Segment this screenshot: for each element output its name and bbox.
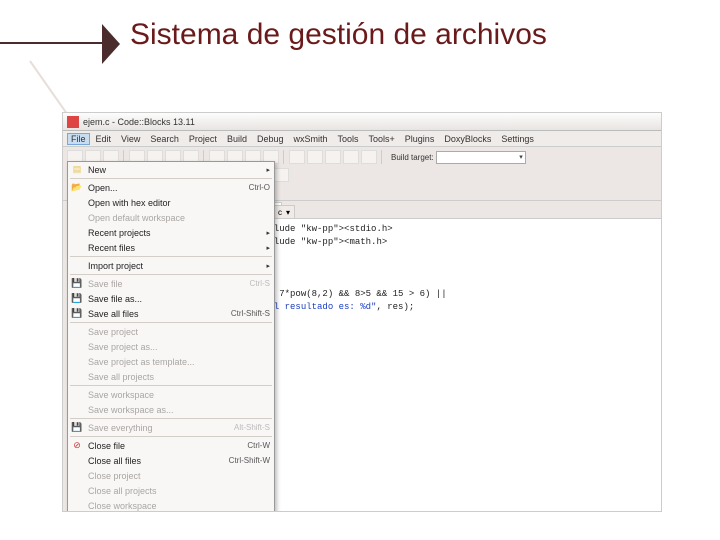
file-menu-dropdown: ▤ New ▸ 📂 Open... Ctrl-O Open with hex e…	[67, 161, 275, 512]
menu-tools-plus[interactable]: Tools+	[365, 133, 399, 145]
close-file-icon: ⊘	[70, 440, 84, 452]
menu-item-open-default-ws: Open default workspace	[68, 210, 274, 225]
menu-doxyblocks[interactable]: DoxyBlocks	[440, 133, 495, 145]
new-file-icon: ▤	[70, 164, 84, 176]
blank-icon	[70, 485, 84, 497]
shortcut-label: Ctrl-Shift-W	[229, 456, 270, 465]
menu-separator	[70, 436, 272, 437]
menu-item-import-project[interactable]: Import project ▸	[68, 258, 274, 273]
blank-icon	[70, 227, 84, 239]
menu-debug[interactable]: Debug	[253, 133, 288, 145]
menu-item-open[interactable]: 📂 Open... Ctrl-O	[68, 180, 274, 195]
toolbar-button[interactable]	[325, 150, 341, 164]
shortcut-label: Ctrl-W	[247, 441, 270, 450]
blank-icon	[70, 371, 84, 383]
ide-window: ejem.c - Code::Blocks 13.11 File Edit Vi…	[62, 112, 662, 512]
blank-icon	[70, 470, 84, 482]
menu-plugins[interactable]: Plugins	[401, 133, 439, 145]
menu-item-close-all-projects: Close all projects	[68, 483, 274, 498]
menu-item-save-file: 💾 Save file Ctrl-S	[68, 276, 274, 291]
menu-search[interactable]: Search	[146, 133, 183, 145]
open-folder-icon: 📂	[70, 182, 84, 194]
menu-separator	[70, 418, 272, 419]
shortcut-label: Ctrl-S	[250, 279, 270, 288]
menu-separator	[70, 178, 272, 179]
toolbar-button[interactable]	[343, 150, 359, 164]
window-title-text: ejem.c - Code::Blocks 13.11	[83, 117, 195, 127]
build-target-label: Build target:	[391, 153, 434, 162]
slide-decor-line	[0, 42, 110, 44]
menu-item-save-all-files[interactable]: 💾 Save all files Ctrl-Shift-S	[68, 306, 274, 321]
menu-file[interactable]: File	[67, 133, 90, 145]
toolbar-button[interactable]	[307, 150, 323, 164]
toolbar-separator	[381, 150, 383, 164]
menu-item-close-workspace: Close workspace	[68, 498, 274, 512]
menu-item-recent-files[interactable]: Recent files ▸	[68, 240, 274, 255]
save-as-icon: 💾	[70, 293, 84, 305]
save-icon: 💾	[70, 278, 84, 290]
menu-item-recent-projects[interactable]: Recent projects ▸	[68, 225, 274, 240]
menu-separator	[70, 256, 272, 257]
toolbar-separator	[283, 150, 285, 164]
menu-item-save-project-tpl: Save project as template...	[68, 354, 274, 369]
toolbar-button[interactable]	[273, 168, 289, 182]
panel-tab-label: c	[278, 208, 282, 217]
slide-decor-arrow	[102, 24, 120, 64]
menu-item-save-everything: 💾 Save everything Alt-Shift-S	[68, 420, 274, 435]
save-everything-icon: 💾	[70, 422, 84, 434]
toolbar-button[interactable]	[361, 150, 377, 164]
save-all-icon: 💾	[70, 308, 84, 320]
blank-icon	[70, 260, 84, 272]
blank-icon	[70, 341, 84, 353]
submenu-arrow-icon: ▸	[262, 229, 270, 237]
menu-item-save-project-as: Save project as...	[68, 339, 274, 354]
shortcut-label: Ctrl-O	[249, 183, 270, 192]
menu-item-close-file[interactable]: ⊘ Close file Ctrl-W	[68, 438, 274, 453]
menu-item-new[interactable]: ▤ New ▸	[68, 162, 274, 177]
blank-icon	[70, 455, 84, 467]
menu-item-close-project: Close project	[68, 468, 274, 483]
blank-icon	[70, 197, 84, 209]
blank-icon	[70, 500, 84, 512]
app-icon	[67, 116, 79, 128]
menu-build[interactable]: Build	[223, 133, 251, 145]
submenu-arrow-icon: ▸	[262, 244, 270, 252]
toolbar-button[interactable]	[289, 150, 305, 164]
panel-tab[interactable]: c ▾	[273, 205, 295, 219]
blank-icon	[70, 326, 84, 338]
window-titlebar[interactable]: ejem.c - Code::Blocks 13.11	[63, 113, 661, 131]
build-target-combo[interactable]: ▾	[436, 151, 526, 164]
menu-view[interactable]: View	[117, 133, 144, 145]
blank-icon	[70, 389, 84, 401]
shortcut-label: Ctrl-Shift-S	[231, 309, 270, 318]
menu-separator	[70, 274, 272, 275]
blank-icon	[70, 404, 84, 416]
menu-project[interactable]: Project	[185, 133, 221, 145]
menu-separator	[70, 385, 272, 386]
menu-item-save-workspace-as: Save workspace as...	[68, 402, 274, 417]
menu-item-save-all-projects: Save all projects	[68, 369, 274, 384]
shortcut-label: Alt-Shift-S	[234, 423, 270, 432]
blank-icon	[70, 356, 84, 368]
submenu-arrow-icon: ▸	[262, 262, 270, 270]
menu-item-open-hex[interactable]: Open with hex editor	[68, 195, 274, 210]
submenu-arrow-icon: ▸	[262, 166, 270, 174]
blank-icon	[70, 212, 84, 224]
chevron-down-icon: ▾	[519, 153, 523, 161]
menu-settings[interactable]: Settings	[497, 133, 538, 145]
menu-item-save-file-as[interactable]: 💾 Save file as...	[68, 291, 274, 306]
menu-edit[interactable]: Edit	[92, 133, 116, 145]
blank-icon	[70, 242, 84, 254]
menu-separator	[70, 322, 272, 323]
menu-item-close-all-files[interactable]: Close all files Ctrl-Shift-W	[68, 453, 274, 468]
menu-item-save-workspace: Save workspace	[68, 387, 274, 402]
slide-title: Sistema de gestión de archivos	[130, 18, 547, 52]
menu-wxsmith[interactable]: wxSmith	[289, 133, 331, 145]
menu-item-save-project: Save project	[68, 324, 274, 339]
chevron-down-icon: ▾	[286, 208, 290, 217]
menubar: File Edit View Search Project Build Debu…	[63, 131, 661, 147]
menu-tools[interactable]: Tools	[334, 133, 363, 145]
